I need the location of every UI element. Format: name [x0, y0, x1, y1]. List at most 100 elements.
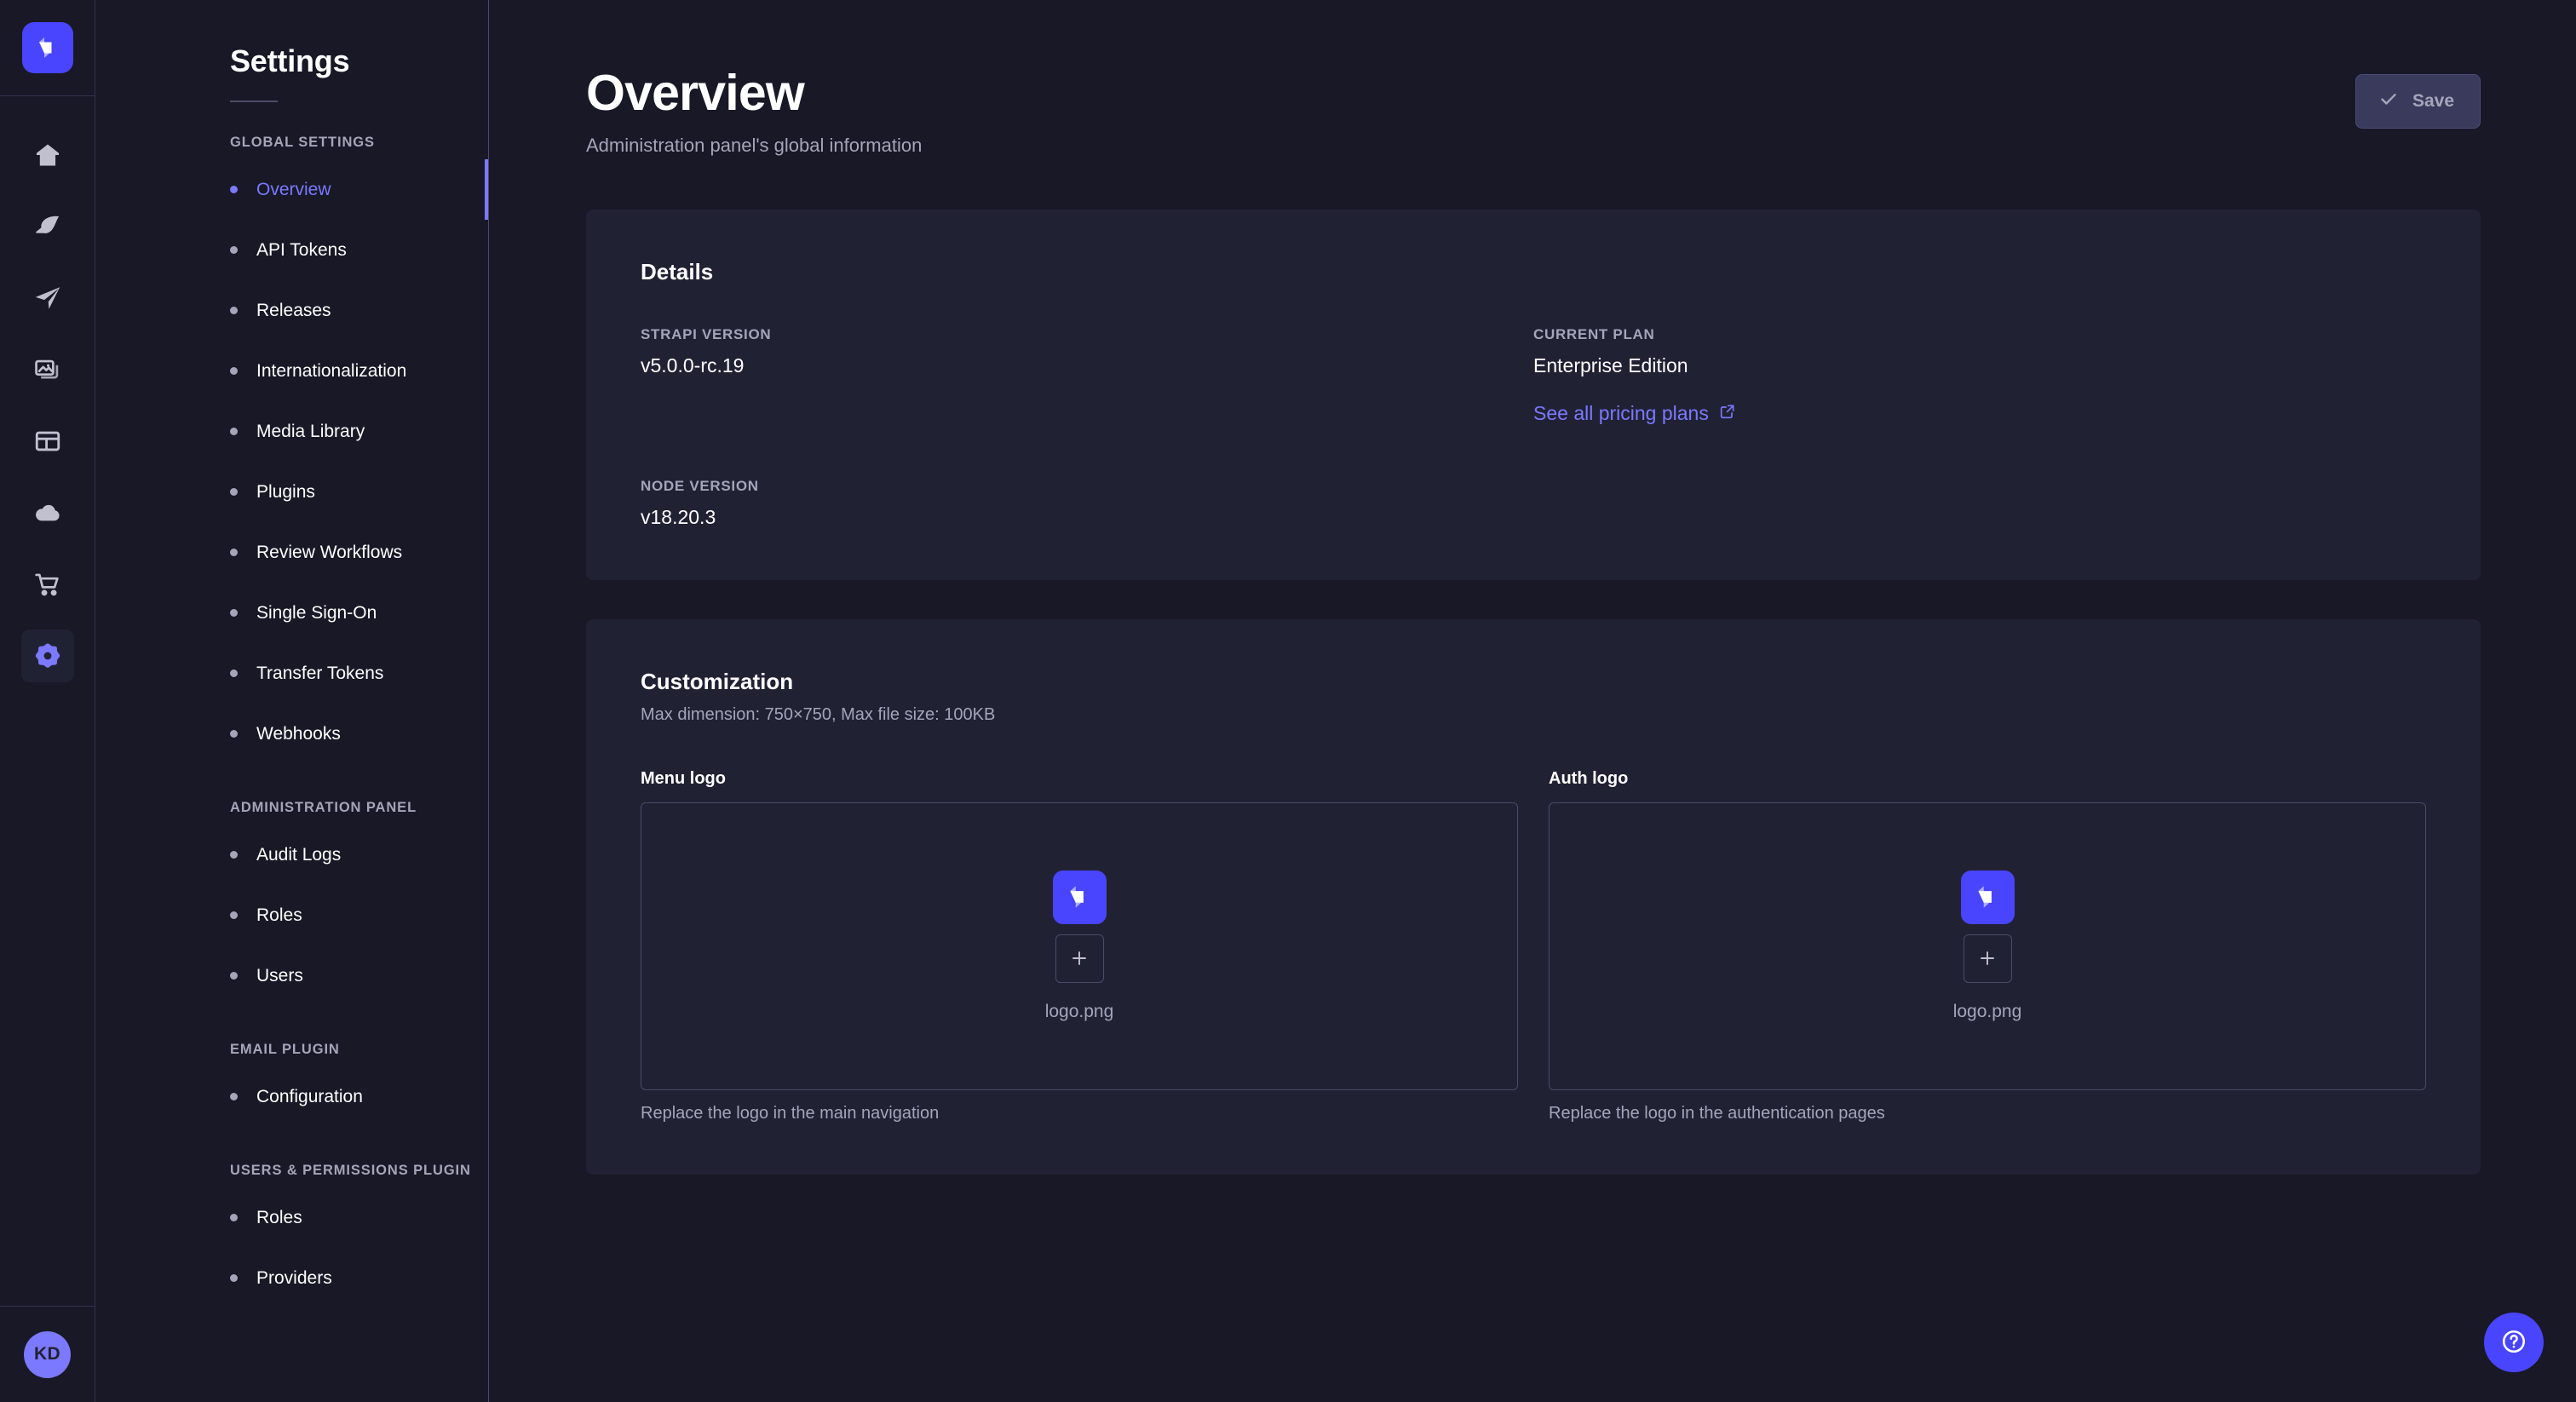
app-root: KD Settings GLOBAL SETTINGS Overview API T…: [0, 0, 2576, 1402]
auth-logo-hint: Replace the logo in the authentication p…: [1549, 1104, 2426, 1123]
settings-nav-list: Overview API Tokens ReleasesInternationali…: [95, 159, 488, 764]
details-card: Details STRAPI VERSION v5.0.0-rc.19 CURR…: [586, 210, 2481, 580]
sidebar-item-label: Audit Logs: [256, 845, 341, 865]
strapi-logo-icon[interactable]: [22, 22, 73, 73]
sidebar-item-label: Transfer Tokens: [256, 664, 383, 684]
settings-nav-list: Audit Logs RolesUsers: [95, 825, 488, 1006]
menu-logo-add-button[interactable]: [1055, 934, 1104, 983]
strapi-logo-icon: [1961, 871, 2015, 924]
sidebar-item-plugins[interactable]: Plugins: [95, 462, 488, 522]
sidebar-item-providers[interactable]: Providers: [95, 1248, 488, 1308]
save-button-label: Save: [2412, 91, 2454, 112]
bullet-icon: [230, 1274, 238, 1282]
settings-nav-list: Configuration: [95, 1066, 488, 1127]
sidebar-item-transfer-tokens[interactable]: Transfer Tokens: [95, 643, 488, 704]
customization-card: Customization Max dimension: 750×750, Ma…: [586, 619, 2481, 1175]
sidebar-item-label: Media Library: [256, 422, 365, 442]
main-icon-rail: KD: [0, 0, 95, 1402]
settings-nav-section: USERS & PERMISSIONS PLUGINRolesProviders: [95, 1163, 488, 1308]
external-link-icon: [1719, 402, 1736, 425]
sidebar-item-internationalization[interactable]: Internationalization: [95, 341, 488, 401]
feather-pen-icon: [33, 212, 62, 241]
strapi-version-label: STRAPI VERSION: [641, 326, 1533, 343]
node-version-label: NODE VERSION: [641, 478, 1533, 495]
rail-item-cloud[interactable]: [21, 486, 74, 539]
shopping-cart-icon: [33, 570, 62, 599]
bullet-icon: [230, 1093, 238, 1100]
details-grid-spacer: [1533, 478, 2426, 529]
settings-nav-sections: GLOBAL SETTINGS Overview API Tokens Release…: [95, 135, 488, 1308]
help-button[interactable]: [2484, 1313, 2544, 1372]
sidebar-item-webhooks[interactable]: Webhooks: [95, 704, 488, 764]
sidebar-item-roles[interactable]: Roles: [95, 1187, 488, 1248]
menu-logo-label: Menu logo: [641, 769, 1518, 789]
sidebar-item-overview[interactable]: Overview: [95, 159, 488, 220]
rail-item-media-library[interactable]: [21, 343, 74, 396]
settings-sidebar: Settings GLOBAL SETTINGS Overview API Toke…: [95, 0, 489, 1402]
logo-grid: Menu logo: [641, 769, 2426, 1123]
sidebar-item-roles[interactable]: Roles: [95, 885, 488, 945]
settings-nav-section: GLOBAL SETTINGS Overview API Tokens Release…: [95, 135, 488, 764]
menu-logo-dropzone[interactable]: logo.png: [641, 802, 1518, 1090]
node-version-field: NODE VERSION v18.20.3: [641, 478, 1533, 529]
sidebar-item-single-sign-on[interactable]: Single Sign-On: [95, 583, 488, 643]
settings-nav-section-label: ADMINISTRATION PANEL: [95, 800, 488, 816]
sidebar-item-label: Single Sign-On: [256, 603, 377, 623]
sidebar-item-api-tokens[interactable]: API Tokens: [95, 220, 488, 280]
customization-card-subtitle: Max dimension: 750×750, Max file size: 1…: [641, 705, 2426, 725]
bullet-icon: [230, 911, 238, 919]
bullet-icon: [230, 851, 238, 859]
settings-sidebar-header: Settings: [95, 0, 488, 102]
bullet-icon: [230, 972, 238, 980]
sidebar-item-audit-logs[interactable]: Audit Logs: [95, 825, 488, 885]
strapi-version-field: STRAPI VERSION v5.0.0-rc.19: [641, 326, 1533, 425]
settings-divider: [230, 101, 278, 102]
bullet-icon: [230, 549, 238, 556]
details-card-title: Details: [641, 259, 2426, 285]
strapi-version-value: v5.0.0-rc.19: [641, 354, 1533, 377]
bullet-icon: [230, 246, 238, 254]
bullet-icon: [230, 488, 238, 496]
sidebar-item-configuration[interactable]: Configuration: [95, 1066, 488, 1127]
current-plan-field: CURRENT PLAN Enterprise Edition See all …: [1533, 326, 2426, 425]
gear-icon: [33, 641, 62, 670]
avatar[interactable]: KD: [24, 1331, 71, 1378]
sidebar-item-label: Overview: [256, 180, 331, 200]
pricing-link-label: See all pricing plans: [1533, 402, 1709, 425]
settings-nav-section-label: GLOBAL SETTINGS: [95, 135, 488, 151]
sidebar-item-media-library[interactable]: Media Library: [95, 401, 488, 462]
auth-logo-dropzone[interactable]: logo.png: [1549, 802, 2426, 1090]
see-all-pricing-plans-link[interactable]: See all pricing plans: [1533, 402, 1736, 425]
sidebar-item-label: Providers: [256, 1268, 332, 1289]
settings-nav-section: ADMINISTRATION PANEL Audit Logs RolesUsers: [95, 800, 488, 1006]
photo-stack-icon: [33, 355, 62, 384]
rail-item-marketplace[interactable]: [21, 558, 74, 611]
bullet-icon: [230, 1214, 238, 1221]
rail-item-settings[interactable]: [21, 629, 74, 682]
save-button[interactable]: Save: [2355, 74, 2481, 129]
sidebar-item-users[interactable]: Users: [95, 945, 488, 1006]
rail-item-content-type-builder[interactable]: [21, 272, 74, 325]
auth-logo-label: Auth logo: [1549, 769, 2426, 789]
customization-card-title: Customization: [641, 669, 2426, 695]
settings-nav-list: Roles Providers: [95, 1187, 488, 1308]
check-icon: [2378, 89, 2399, 114]
sidebar-item-review-workflows[interactable]: Review Workflows: [95, 522, 488, 583]
page-title: Overview: [586, 66, 922, 121]
menu-logo-field: Menu logo: [641, 769, 1518, 1123]
auth-logo-add-button[interactable]: [1964, 934, 2012, 983]
bullet-icon: [230, 367, 238, 375]
bullet-icon: [230, 428, 238, 435]
paper-plane-icon: [33, 284, 62, 313]
sidebar-item-releases[interactable]: Releases: [95, 280, 488, 341]
sidebar-item-label: API Tokens: [256, 240, 347, 261]
page-header: Overview Administration panel's global i…: [489, 0, 2576, 157]
current-plan-value: Enterprise Edition: [1533, 354, 2426, 377]
rail-item-content-manager[interactable]: [21, 200, 74, 253]
bullet-icon: [230, 307, 238, 314]
details-grid: STRAPI VERSION v5.0.0-rc.19 CURRENT PLAN…: [641, 326, 2426, 529]
plus-icon: [1977, 948, 1998, 968]
strapi-logo-icon: [1053, 871, 1107, 924]
rail-item-home[interactable]: [21, 129, 74, 181]
rail-item-single-types[interactable]: [21, 415, 74, 468]
